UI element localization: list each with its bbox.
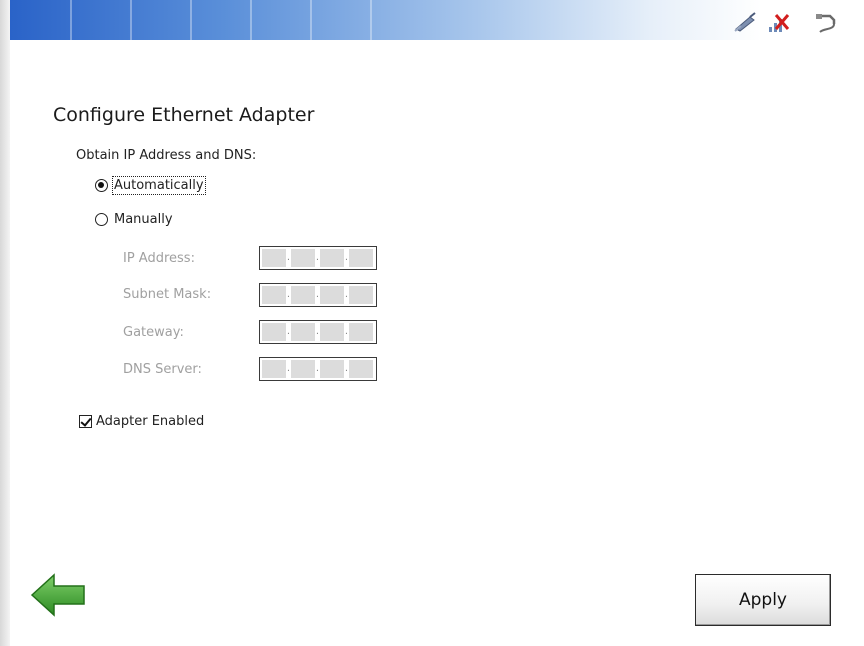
gateway-label: Gateway:	[123, 325, 184, 340]
adapter-enabled-checkbox-row[interactable]: Adapter Enabled	[79, 414, 204, 429]
ip-address-label: IP Address:	[123, 251, 195, 266]
title-bar-stripe	[190, 0, 192, 40]
title-bar-stripe	[310, 0, 312, 40]
ip-octet[interactable]	[349, 323, 373, 341]
ip-octet[interactable]	[262, 286, 286, 304]
apply-button[interactable]: Apply	[695, 574, 831, 626]
radio-label-automatically: Automatically	[112, 176, 206, 195]
ip-octet[interactable]	[291, 249, 315, 267]
dns-server-input[interactable]: . . .	[259, 357, 377, 381]
subnet-mask-label: Subnet Mask:	[123, 287, 212, 302]
radio-button-selected[interactable]	[95, 179, 108, 192]
radio-button-unselected[interactable]	[95, 213, 108, 226]
title-bar-stripe	[250, 0, 252, 40]
title-bar-stripe	[70, 0, 72, 40]
title-bar-stripe	[130, 0, 132, 40]
radio-manually[interactable]: Manually	[95, 211, 174, 228]
ip-octet[interactable]	[262, 323, 286, 341]
ip-octet[interactable]	[291, 323, 315, 341]
adapter-enabled-label: Adapter Enabled	[96, 414, 205, 429]
ip-octet[interactable]	[349, 360, 373, 378]
ip-octet[interactable]	[320, 286, 344, 304]
gateway-input[interactable]: . . .	[259, 320, 377, 344]
ip-octet[interactable]	[262, 360, 286, 378]
title-bar-stripe	[370, 0, 372, 40]
ip-octet[interactable]	[320, 360, 344, 378]
network-cable-icon[interactable]	[733, 10, 759, 34]
ip-octet[interactable]	[349, 249, 373, 267]
radio-label-manually: Manually	[114, 212, 173, 227]
ip-octet[interactable]	[349, 286, 373, 304]
radio-automatically[interactable]: Automatically	[95, 176, 206, 195]
ip-dns-section-label: Obtain IP Address and DNS:	[76, 148, 257, 163]
ip-octet[interactable]	[320, 323, 344, 341]
power-plug-icon[interactable]	[814, 10, 840, 34]
dns-server-label: DNS Server:	[123, 362, 202, 377]
window-left-border	[0, 0, 10, 646]
page-title: Configure Ethernet Adapter	[53, 104, 315, 126]
ip-octet[interactable]	[320, 249, 344, 267]
back-arrow-icon[interactable]	[30, 573, 86, 617]
ip-octet[interactable]	[291, 360, 315, 378]
ip-octet[interactable]	[291, 286, 315, 304]
subnet-mask-input[interactable]: . . .	[259, 283, 377, 307]
adapter-enabled-checkbox[interactable]	[79, 415, 92, 428]
ip-address-input[interactable]: . . .	[259, 246, 377, 270]
wireless-disconnected-icon[interactable]	[766, 10, 792, 34]
ip-octet[interactable]	[262, 249, 286, 267]
